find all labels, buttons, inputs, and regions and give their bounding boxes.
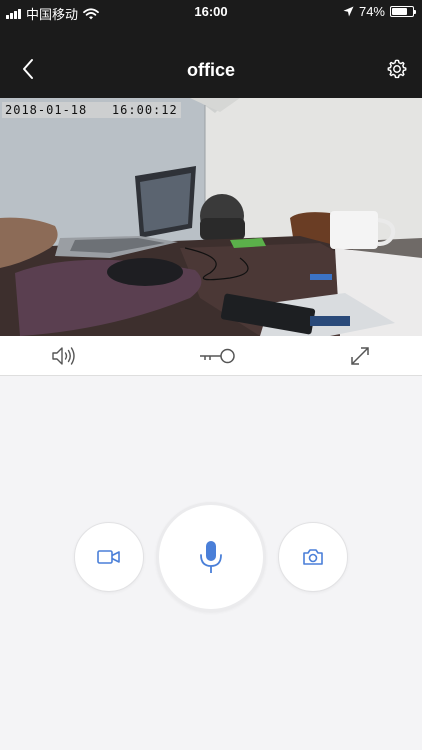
microphone-icon	[200, 541, 222, 573]
battery-icon	[390, 6, 416, 17]
speaker-icon	[52, 347, 75, 365]
battery-percent: 74%	[358, 4, 385, 19]
control-bar	[0, 336, 422, 376]
video-camera-icon	[97, 550, 120, 564]
location-arrow-icon	[343, 6, 354, 17]
snapshot-button[interactable]	[278, 522, 348, 592]
camera-live-view[interactable]: 2018-01-18 16:00:12	[0, 98, 422, 336]
camera-feed-image	[0, 98, 422, 336]
battery-fill	[392, 8, 407, 15]
action-area	[0, 377, 422, 750]
camera-icon	[303, 549, 323, 565]
fullscreen-button[interactable]	[345, 343, 375, 369]
gear-icon	[387, 59, 407, 79]
status-right: 74%	[343, 4, 416, 19]
page-title: office	[186, 60, 235, 80]
expand-icon	[351, 347, 369, 365]
speaker-button[interactable]	[49, 343, 79, 369]
key-icon	[200, 348, 235, 364]
settings-button[interactable]	[386, 58, 408, 80]
nav-bar: office	[0, 22, 422, 98]
unlock-button[interactable]	[198, 343, 236, 369]
status-bar: 中国移动 16:00 74%	[0, 0, 422, 22]
video-timestamp: 2018-01-18 16:00:12	[2, 102, 181, 118]
talk-button[interactable]	[156, 502, 266, 612]
record-button[interactable]	[74, 522, 144, 592]
